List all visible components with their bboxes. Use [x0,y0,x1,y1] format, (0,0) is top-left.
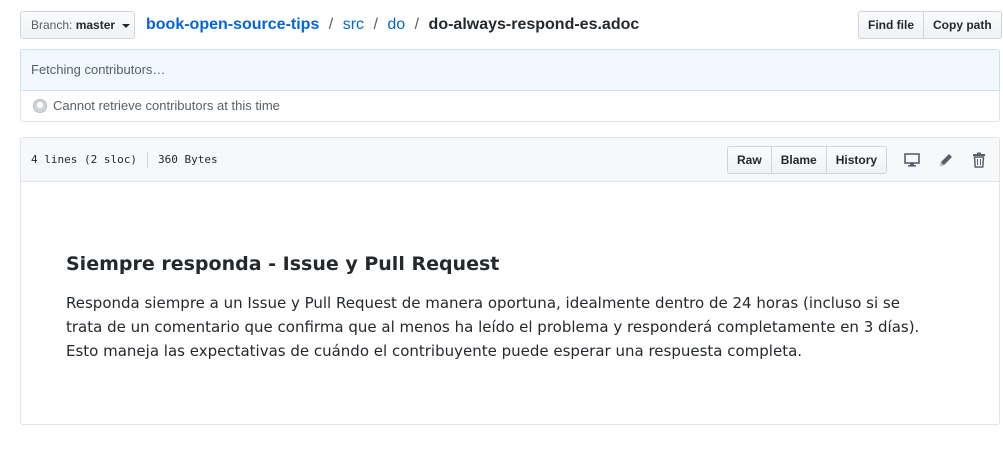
file-actions: Raw Blame History [727,146,888,174]
history-button[interactable]: History [825,146,888,174]
contributors-box: Cannot retrieve contributors at this tim… [20,90,1000,122]
content-paragraph: Responda siempre a un Issue y Pull Reque… [66,294,920,360]
breadcrumb: book-open-source-tips / src / do / do-al… [146,14,639,36]
blame-button[interactable]: Blame [770,146,827,174]
rendered-content: Siempre responda - Issue y Pull Request … [66,251,936,363]
pencil-icon[interactable] [937,151,955,169]
breadcrumb-dir-src-link[interactable]: src [343,16,364,33]
breadcrumb-dir-do-link[interactable]: do [387,16,405,33]
raw-button[interactable]: Raw [727,146,772,174]
breadcrumb-file-name: do-always-respond-es.adoc [428,16,640,33]
breadcrumb-separator: / [414,16,420,33]
content-heading: Siempre responda - Issue y Pull Request [66,253,500,275]
file-navigation-actions: Find file Copy path [858,11,1002,39]
avatar-icon [33,99,47,113]
branch-label: Branch: [31,18,73,32]
file-lines: 4 lines (2 sloc) [31,153,137,166]
file-header: 4 lines (2 sloc) 360 Bytes Raw Blame His… [21,138,999,182]
find-file-button[interactable]: Find file [858,11,924,39]
file-info: 4 lines (2 sloc) 360 Bytes [31,152,218,168]
file-info-divider [146,152,148,168]
branch-name: master [75,18,116,32]
branch-select-button[interactable]: Branch: master [20,11,135,39]
breadcrumb-separator: / [373,16,378,33]
trash-icon[interactable] [970,151,988,169]
desktop-icon[interactable] [903,151,921,169]
caret-down-icon [122,23,131,28]
file-size: 360 Bytes [157,153,218,166]
file-box: 4 lines (2 sloc) 360 Bytes Raw Blame His… [20,137,1000,425]
commit-tease: Fetching contributors… [20,49,1000,91]
breadcrumb-separator: / [328,16,334,33]
breadcrumb-repo-link[interactable]: book-open-source-tips [146,16,319,33]
contributors-error-text: Cannot retrieve contributors at this tim… [53,98,280,113]
copy-path-button[interactable]: Copy path [923,11,1002,39]
